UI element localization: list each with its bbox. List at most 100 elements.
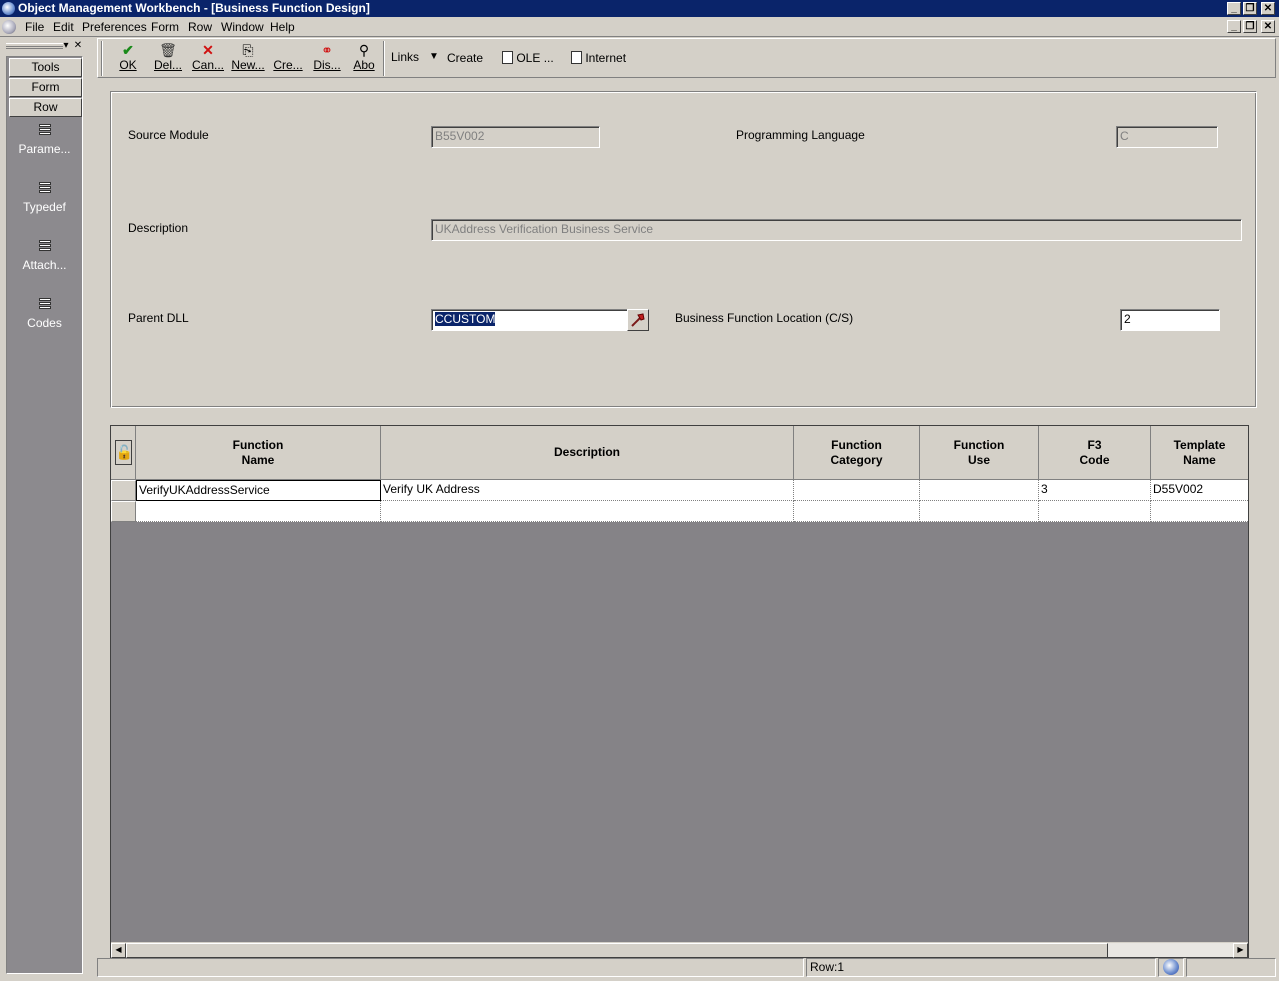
status-extra-area <box>1186 958 1276 977</box>
menu-window[interactable]: Window <box>221 20 264 34</box>
links-menu[interactable]: Links <box>391 50 419 64</box>
exit-codes[interactable]: Codes <box>7 298 82 330</box>
lock-icon: 🔓 <box>114 440 133 465</box>
doc-close-button[interactable]: ✕ <box>1261 20 1275 33</box>
ole-link[interactable]: OLE ... <box>502 51 554 65</box>
doc-minimize-button[interactable]: _ <box>1227 20 1241 33</box>
internet-link[interactable]: Internet <box>571 51 626 65</box>
delete-button[interactable]: 🗑 Del... <box>153 42 183 72</box>
panel-grip-line <box>6 46 63 47</box>
grid-lock-header[interactable]: 🔓 <box>111 426 136 480</box>
exit-attachments[interactable]: Attach... <box>7 240 82 272</box>
tab-row[interactable]: Row <box>9 98 82 117</box>
exit-parameters[interactable]: Parame... <box>7 124 82 156</box>
bf-location-field[interactable]: 2 <box>1120 309 1220 331</box>
row-selector[interactable] <box>111 480 136 501</box>
x-icon: ✕ <box>202 42 214 58</box>
menu-preferences[interactable]: Preferences <box>82 20 147 34</box>
new-button[interactable]: ⎘ New... <box>230 42 266 72</box>
header-function-category[interactable]: Function Category <box>794 426 920 480</box>
cell-function-category[interactable] <box>794 480 920 501</box>
display-label: Dis... <box>313 58 341 72</box>
status-message-area <box>97 958 804 977</box>
toolbar-separator <box>383 41 385 76</box>
visual-assist-button[interactable] <box>627 309 649 331</box>
create-label: Cre... <box>273 58 303 72</box>
cell-f3-code[interactable] <box>1039 501 1151 522</box>
scroll-right-icon[interactable]: ▶ <box>1233 943 1248 958</box>
horizontal-scrollbar[interactable]: ◀ ▶ <box>111 942 1248 958</box>
header-f3-code-text: F3 Code <box>1079 437 1110 467</box>
programming-language-label: Programming Language <box>736 128 865 142</box>
exit-parameters-label: Parame... <box>18 142 71 156</box>
exit-typedef[interactable]: Typedef <box>7 182 82 214</box>
cell-template-name[interactable]: D55V002 <box>1151 480 1248 501</box>
cell-function-category[interactable] <box>794 501 920 522</box>
cell-description[interactable] <box>381 501 794 522</box>
ok-button[interactable]: ✔ OK <box>118 42 138 72</box>
restore-button[interactable]: ❐ <box>1243 2 1257 15</box>
window-title: Object Management Workbench - [Business … <box>18 1 370 15</box>
display-button[interactable]: ⚭ Dis... <box>312 42 342 72</box>
about-button[interactable]: ⚲ Abo <box>351 42 377 72</box>
panel-close-icon[interactable]: ✕ <box>72 40 84 52</box>
create-button[interactable]: Cre... <box>272 42 304 72</box>
toolbar-grip <box>101 41 103 76</box>
menu-file[interactable]: File <box>25 20 44 34</box>
links-dropdown-icon[interactable]: ▼ <box>429 51 439 62</box>
functions-grid: 🔓 Function Name Description Function Categ… <box>110 425 1249 958</box>
cell-function-name[interactable] <box>136 501 381 522</box>
header-template-name[interactable]: Template Name <box>1151 426 1248 480</box>
menu-row[interactable]: Row <box>188 20 212 34</box>
header-f3-code[interactable]: F3 Code <box>1039 426 1151 480</box>
tab-form[interactable]: Form <box>9 78 82 97</box>
new-label: New... <box>231 58 265 72</box>
scroll-left-icon[interactable]: ◀ <box>111 943 126 958</box>
menu-form[interactable]: Form <box>151 20 179 34</box>
doc-restore-button[interactable]: ❐ <box>1243 20 1257 33</box>
minimize-button[interactable]: _ <box>1227 2 1241 15</box>
cell-function-use[interactable] <box>920 480 1039 501</box>
stack-icon <box>37 298 53 312</box>
check-icon: ✔ <box>122 42 134 58</box>
tab-tools[interactable]: Tools <box>9 58 82 77</box>
source-module-label: Source Module <box>128 128 209 142</box>
create-icon <box>272 42 304 58</box>
cancel-button[interactable]: ✕ Can... <box>191 42 225 72</box>
cell-template-name[interactable] <box>1151 501 1248 522</box>
stack-icon <box>37 124 53 138</box>
about-label: Abo <box>353 58 375 72</box>
menu-help[interactable]: Help <box>270 20 295 34</box>
bf-location-label: Business Function Location (C/S) <box>675 311 854 325</box>
status-bar: Row:1 <box>97 958 1276 978</box>
stack-icon <box>37 240 53 254</box>
table-row[interactable] <box>111 501 1248 522</box>
ole-label: OLE ... <box>516 51 554 65</box>
document-globe-icon[interactable] <box>2 20 16 34</box>
internet-label: Internet <box>585 51 627 65</box>
header-description[interactable]: Description <box>381 426 794 480</box>
toolbar: ✔ OK 🗑 Del... ✕ Can... ⎘ New... Cre... ⚭… <box>97 38 1276 78</box>
parent-dll-field[interactable]: CCUSTOM <box>431 309 628 331</box>
cell-f3-code[interactable]: 3 <box>1039 480 1151 501</box>
globe-icon <box>1163 959 1179 975</box>
header-function-category-text: Function Category <box>830 437 883 467</box>
scroll-thumb[interactable] <box>126 943 1108 958</box>
header-function-use-text: Function Use <box>953 437 1005 467</box>
menu-edit[interactable]: Edit <box>53 20 74 34</box>
close-button[interactable]: ✕ <box>1261 2 1275 15</box>
panel-dropdown-icon[interactable]: ▾ <box>60 40 72 52</box>
row-selector[interactable] <box>111 501 136 522</box>
ok-label: OK <box>119 58 137 72</box>
ole-icon <box>502 51 513 64</box>
create-link[interactable]: Create <box>447 51 483 65</box>
about-icon: ⚲ <box>358 42 370 58</box>
header-function-name[interactable]: Function Name <box>136 426 381 480</box>
cell-function-name[interactable]: VerifyUKAddressService <box>136 480 381 501</box>
trash-icon: 🗑 <box>159 42 177 58</box>
table-row[interactable]: VerifyUKAddressService Verify UK Address… <box>111 480 1248 501</box>
cell-function-use[interactable] <box>920 501 1039 522</box>
exit-bar: Tools Form Row Parame... Typedef Attach.… <box>6 56 83 974</box>
cell-description[interactable]: Verify UK Address <box>381 480 794 501</box>
header-function-use[interactable]: Function Use <box>920 426 1039 480</box>
